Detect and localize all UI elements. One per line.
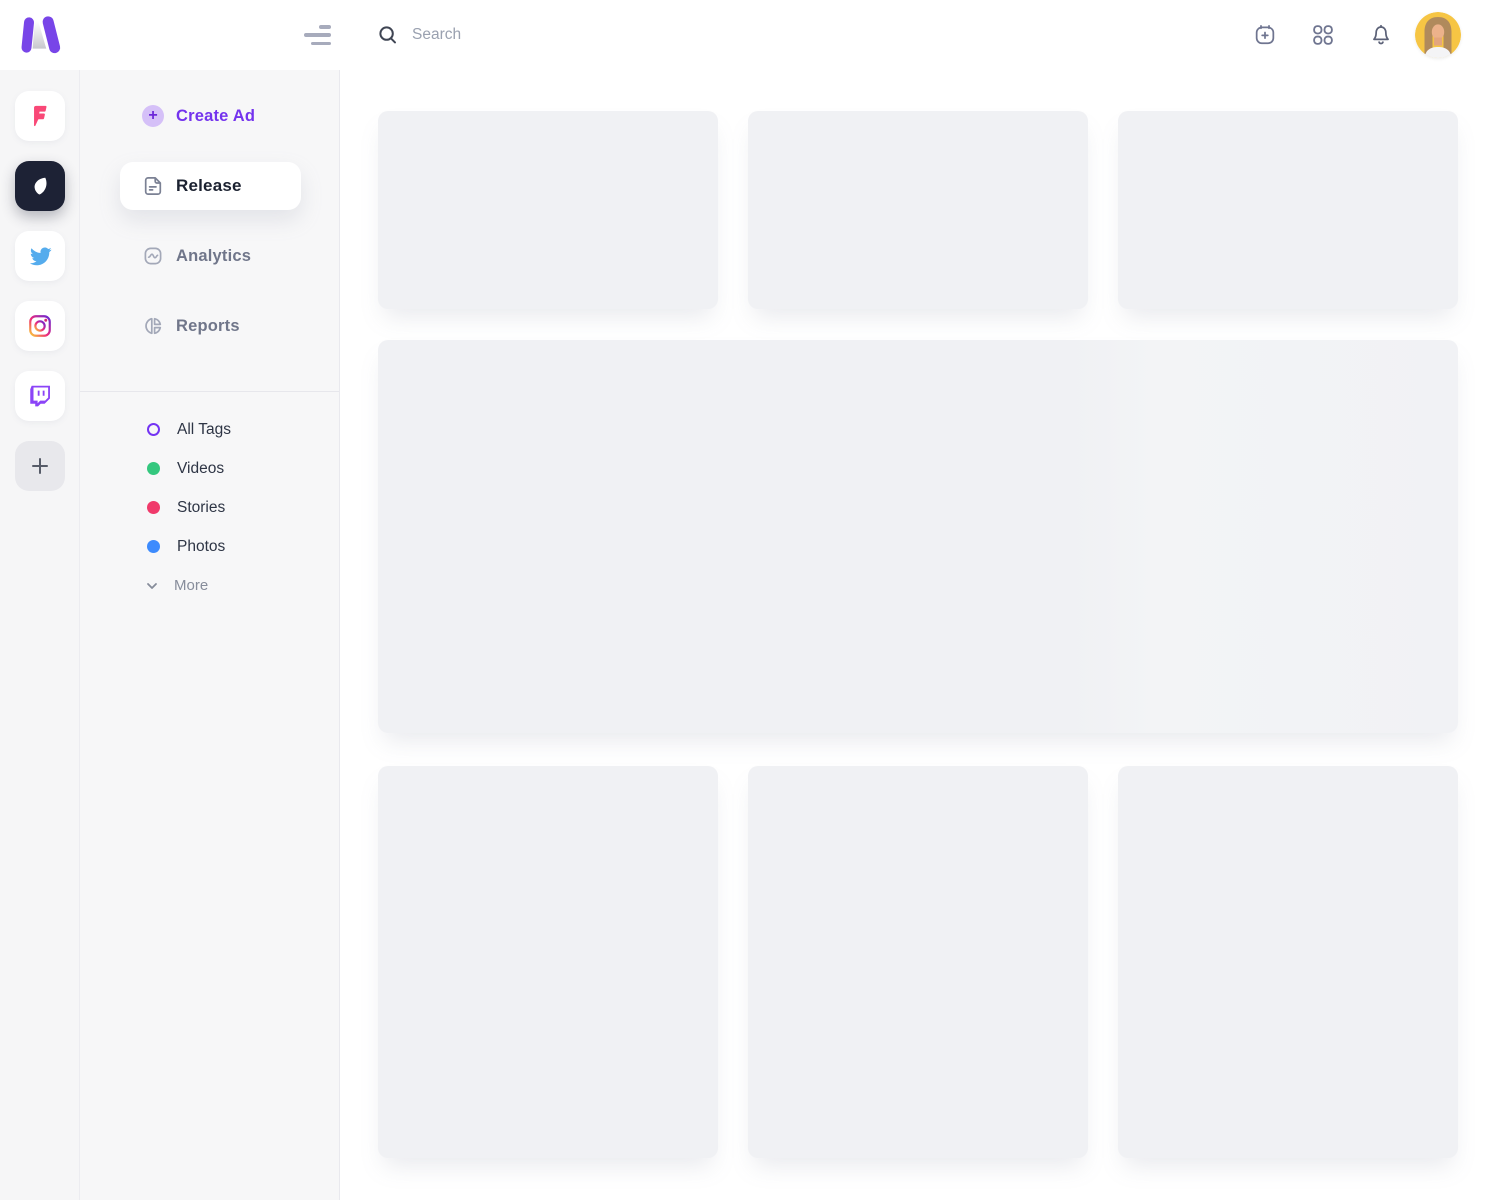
tags-more-button[interactable]: More [80,566,339,605]
tag-label: All Tags [177,421,231,439]
tag-stories[interactable]: Stories [80,488,339,527]
tag-all-tags[interactable]: All Tags [80,410,339,449]
release-label: Release [176,176,242,196]
tag-dot-icon [147,501,160,514]
sidebar-item-release[interactable]: Release [120,162,301,210]
tag-label: Videos [177,460,224,478]
chevron-down-icon [144,578,160,594]
sidebar-item-reports[interactable]: Reports [80,302,339,350]
avatar-image [1415,12,1461,58]
plus-circle-icon: + [142,105,164,127]
skeleton-card [1118,111,1458,309]
foursquare-icon [27,103,53,129]
tag-dot-icon [147,540,160,553]
instagram-icon [27,313,53,339]
sidebar-item-analytics[interactable]: Analytics [80,232,339,280]
create-ad-button[interactable]: + Create Ad [80,92,339,140]
rail-item-foursquare[interactable] [15,91,65,141]
rail-item-envato[interactable] [15,161,65,211]
logo-m-icon [20,14,62,56]
more-label: More [174,577,208,594]
top-bar [0,0,1500,70]
tag-label: Photos [177,538,225,556]
rail-item-twitch[interactable] [15,371,65,421]
apps-grid-icon[interactable] [1310,22,1336,48]
tag-photos[interactable]: Photos [80,527,339,566]
skeleton-card [378,766,718,1158]
create-ad-label: Create Ad [176,107,255,126]
skeleton-card [1118,766,1458,1158]
tag-dot-icon [147,462,160,475]
add-channel-button[interactable] [15,441,65,491]
tags-list: All Tags Videos Stories Photos More [80,392,339,605]
skeleton-card-featured [378,340,1458,733]
calendar-plus-icon[interactable] [1252,22,1278,48]
tag-ring-icon [147,423,160,436]
envato-leaf-icon [27,173,53,199]
skeleton-card [748,111,1088,309]
main-content [340,70,1500,1200]
reports-label: Reports [176,317,240,336]
hamburger-menu-icon[interactable] [303,25,331,45]
topbar-actions [1220,0,1461,70]
analytics-label: Analytics [176,247,251,266]
rail-item-twitter[interactable] [15,231,65,281]
twitch-icon [27,383,53,409]
app-logo[interactable] [20,14,62,56]
app-rail [0,70,80,1200]
pie-chart-icon [141,314,165,338]
user-avatar[interactable] [1415,12,1461,58]
plus-icon [29,455,51,477]
twitter-icon [27,243,54,270]
search-input[interactable] [412,26,752,44]
bottom-cards-row [378,766,1458,1158]
tag-videos[interactable]: Videos [80,449,339,488]
document-icon [141,174,165,198]
top-cards-row [378,111,1458,309]
bell-icon[interactable] [1368,22,1394,48]
analytics-icon [141,244,165,268]
tag-label: Stories [177,499,225,517]
skeleton-card [378,111,718,309]
skeleton-card [748,766,1088,1158]
rail-item-instagram[interactable] [15,301,65,351]
search-bar[interactable] [378,17,798,53]
sidebar: + Create Ad Release Analytics [80,70,340,1200]
search-icon [378,25,398,45]
